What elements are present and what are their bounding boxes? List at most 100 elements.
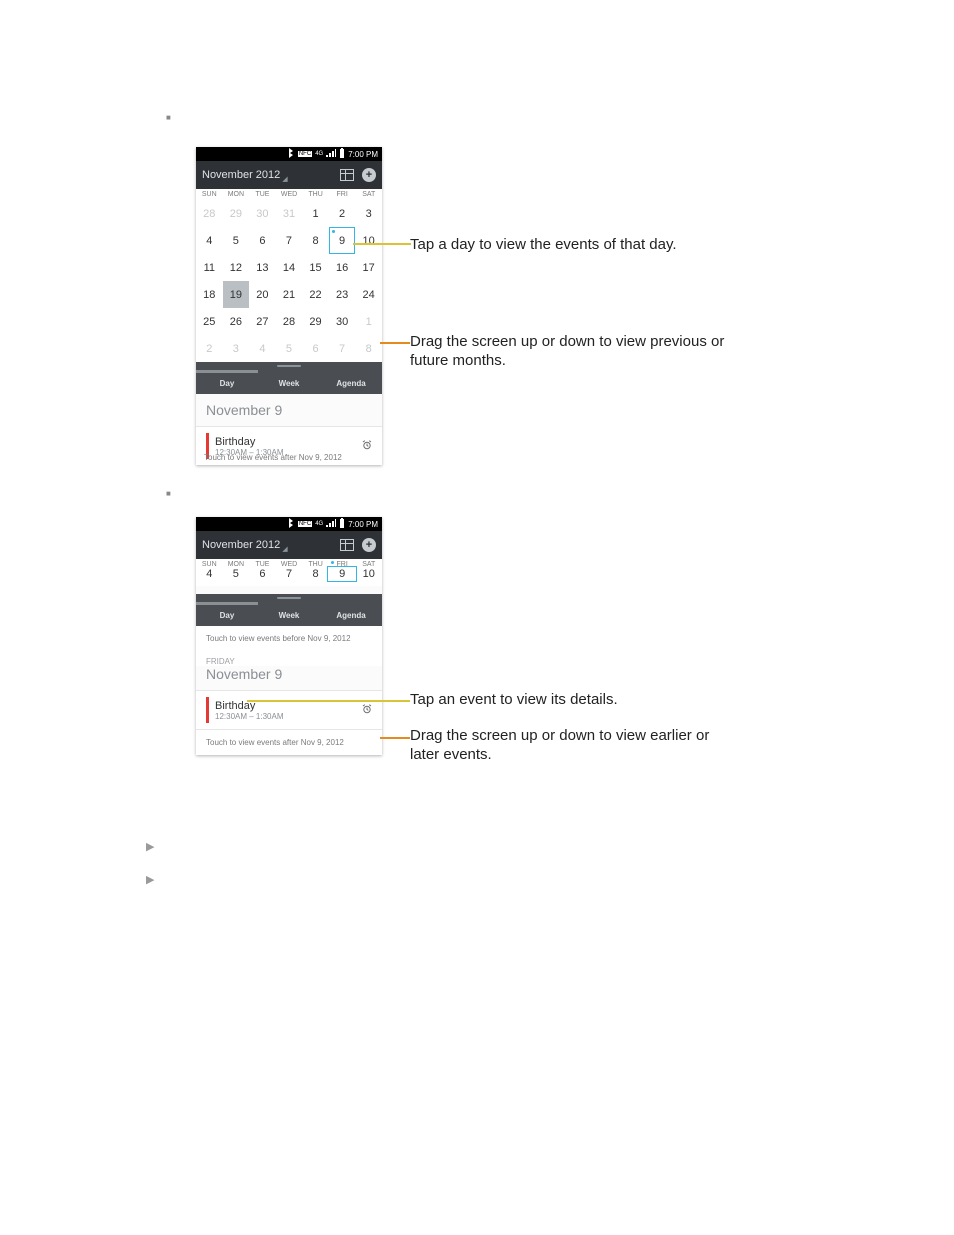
today-icon[interactable] [340,169,354,181]
day-cell[interactable]: 16 [329,254,356,281]
annotation-drag-months: Drag the screen up or down to view previ… [410,333,740,371]
arrow-icon: ▶ [146,873,154,886]
tab-week[interactable]: Week [258,602,320,626]
day-cell[interactable]: 19 [223,281,250,308]
touch-after-link[interactable]: Touch to view events after Nov 9, 2012 [196,729,382,755]
day-cell[interactable]: 11 [196,254,223,281]
callout-line [380,342,410,344]
today-icon[interactable] [340,539,354,551]
day-cell[interactable]: 1 [302,200,329,227]
signal-icon [326,149,336,159]
alarm-icon [362,704,372,717]
week-day[interactable]: SAT10 [355,561,382,584]
week-day[interactable]: FRI9 [329,561,356,584]
day-cell[interactable]: 13 [249,254,276,281]
day-cell[interactable]: 12 [223,254,250,281]
day-cell[interactable]: 7 [329,335,356,362]
tab-week[interactable]: Week [258,370,320,394]
touch-before-link[interactable]: Touch to view events before Nov 9, 2012 [196,626,382,651]
day-cell[interactable]: 29 [223,200,250,227]
event-color-bar [206,697,209,723]
event-item[interactable]: Birthday 12:30AM – 1:30AM [196,690,382,729]
add-event-button[interactable]: + [362,168,376,182]
day-cell[interactable]: 15 [302,254,329,281]
nfc-icon: NFC [298,151,312,157]
add-event-button[interactable]: + [362,538,376,552]
event-time: 12:30AM – 1:30AM [215,712,362,721]
day-cell[interactable]: 17 [355,254,382,281]
calendar-title[interactable]: November 2012◢ [202,539,288,551]
list-bullet: ■ [166,113,171,122]
day-cell[interactable]: 14 [276,254,303,281]
day-cell[interactable]: 6 [302,335,329,362]
calendar-month-screenshot: NFC 4G 7:00 PM November 2012◢ + SUNMONTU… [196,147,382,465]
week-day[interactable]: TUE6 [249,561,276,584]
day-cell[interactable]: 27 [249,308,276,335]
battery-icon [339,518,345,530]
day-cell[interactable]: 6 [249,227,276,254]
network-icon: 4G [315,521,323,527]
status-bar: NFC 4G 7:00 PM [196,517,382,531]
week-day[interactable]: WED7 [276,561,303,584]
day-cell[interactable]: 2 [196,335,223,362]
day-cell[interactable]: 29 [302,308,329,335]
status-bar: NFC 4G 7:00 PM [196,147,382,161]
day-cell[interactable]: 23 [329,281,356,308]
week-strip[interactable]: SUN4MON5TUE6WED7THU8FRI9SAT10 [196,559,382,586]
day-cell[interactable]: 3 [355,200,382,227]
calendar-agenda-screenshot: NFC 4G 7:00 PM November 2012◢ + SUN4MON5… [196,517,382,755]
drag-handle[interactable] [196,362,382,370]
touch-after-link[interactable]: Touch to view events after Nov 9, 2012 [204,453,342,462]
tab-day[interactable]: Day [196,370,258,394]
day-cell[interactable]: 8 [355,335,382,362]
status-time: 7:00 PM [348,150,378,159]
day-cell[interactable]: 7 [276,227,303,254]
week-day[interactable]: THU8 [302,561,329,584]
day-cell[interactable]: 20 [249,281,276,308]
day-cell[interactable]: 26 [223,308,250,335]
day-cell[interactable]: 3 [223,335,250,362]
day-cell[interactable]: 5 [223,227,250,254]
view-tabs: Day Week Agenda [196,370,382,394]
day-cell[interactable]: 4 [249,335,276,362]
day-cell[interactable]: 4 [196,227,223,254]
callout-line [353,243,411,245]
day-cell[interactable]: 10 [355,227,382,254]
day-cell[interactable]: 28 [196,200,223,227]
day-cell[interactable]: 18 [196,281,223,308]
week-day[interactable]: MON5 [223,561,250,584]
day-cell[interactable]: 24 [355,281,382,308]
day-cell[interactable]: 9 [329,227,356,254]
bluetooth-icon [287,148,295,160]
date-heading: November 9 [196,394,382,426]
callout-line [380,737,410,739]
alarm-icon [362,440,372,453]
day-cell[interactable]: 21 [276,281,303,308]
day-cell[interactable]: 30 [249,200,276,227]
calendar-header: November 2012◢ + [196,531,382,559]
day-cell[interactable]: 8 [302,227,329,254]
day-cell[interactable]: 25 [196,308,223,335]
calendar-title[interactable]: November 2012◢ [202,169,288,181]
tab-day[interactable]: Day [196,602,258,626]
annotation-tap-day: Tap a day to view the events of that day… [410,236,740,255]
day-cell[interactable]: 5 [276,335,303,362]
view-tabs: Day Week Agenda [196,602,382,626]
status-time: 7:00 PM [348,520,378,529]
date-heading: November 9 [196,666,382,690]
day-cell[interactable]: 22 [302,281,329,308]
month-grid[interactable]: 2829303112345678910111213141516171819202… [196,200,382,362]
drag-handle[interactable] [196,594,382,602]
arrow-icon: ▶ [146,840,154,853]
day-cell[interactable]: 31 [276,200,303,227]
week-day[interactable]: SUN4 [196,561,223,584]
list-bullet: ■ [166,489,171,498]
day-cell[interactable]: 1 [355,308,382,335]
annotation-tap-event: Tap an event to view its details. [410,691,740,710]
tab-agenda[interactable]: Agenda [320,370,382,394]
day-cell[interactable]: 28 [276,308,303,335]
day-cell[interactable]: 30 [329,308,356,335]
day-cell[interactable]: 2 [329,200,356,227]
tab-agenda[interactable]: Agenda [320,602,382,626]
bluetooth-icon [287,518,295,530]
